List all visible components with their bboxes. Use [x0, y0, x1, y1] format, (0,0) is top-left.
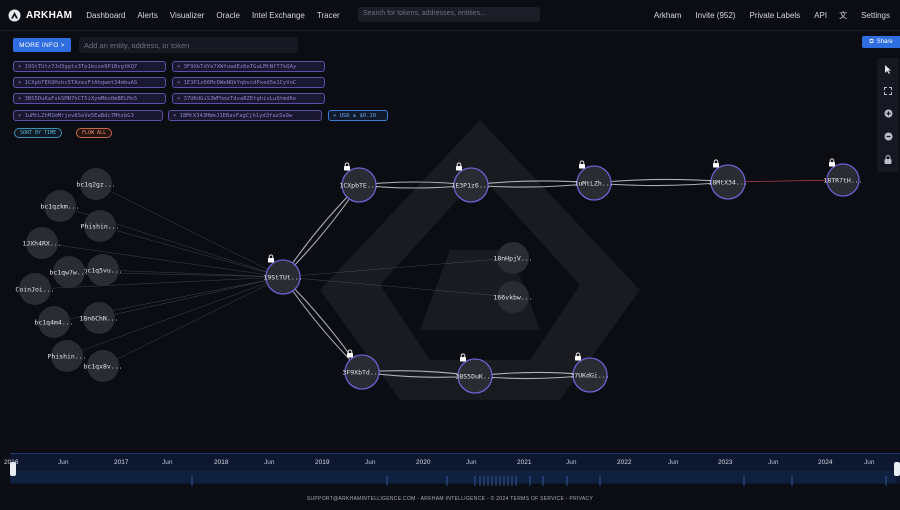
node-label: bc1qzkm...	[40, 203, 79, 211]
node-label: 18TR7tH...	[823, 177, 862, 185]
graph-node[interactable]: 1uMtLZh...	[574, 160, 614, 201]
graph-canvas[interactable]: 19StTUt... 1CXpbTE... 1E3P1z6... 1uMtLZh...…	[0, 0, 900, 450]
fit-screen-icon[interactable]	[883, 86, 893, 96]
node-label: bc1q5vu...	[83, 267, 122, 275]
graph-node[interactable]: bc1qw7w...	[49, 256, 89, 288]
timeline-month-label: Jun	[58, 459, 69, 466]
graph-node[interactable]: 1CXpbTE...	[339, 162, 379, 203]
lock-icon	[829, 158, 835, 167]
node-label: 18n6ChN...	[79, 315, 118, 323]
lock-icon	[268, 254, 274, 263]
graph-node[interactable]: bc1q5vu...	[83, 254, 123, 286]
graph-tool-panel	[877, 58, 899, 172]
timeline-year-label: 2024	[818, 459, 833, 466]
node-label: CoinJoi...	[15, 286, 54, 294]
graph-node[interactable]: CoinJoi...	[15, 273, 55, 305]
zoom-out-icon[interactable]	[883, 131, 893, 141]
zoom-in-icon[interactable]	[883, 108, 893, 118]
node-label: bc1qw7w...	[49, 269, 88, 277]
graph-node[interactable]: 18n6ChN...	[79, 302, 119, 334]
lock-icon[interactable]	[883, 154, 893, 164]
graph-edge	[98, 276, 284, 319]
graph-node[interactable]: bc1q2gz...	[76, 168, 116, 200]
timeline-year-label: 2016	[4, 459, 19, 466]
timeline-year-label: 2021	[517, 459, 532, 466]
timeline-month-label: Jun	[365, 459, 376, 466]
timeline-month-label: Jun	[264, 459, 275, 466]
node-label: bc1q2gz...	[76, 181, 115, 189]
graph-node[interactable]: 19StTUt...	[263, 254, 303, 295]
node-label: 1JXh4RX...	[22, 240, 61, 248]
node-label: 1E3P1z6...	[451, 182, 490, 190]
node-label: 1CXpbTE...	[339, 182, 378, 190]
node-label: Phishin...	[47, 353, 86, 361]
timeline-year-label: 2019	[315, 459, 330, 466]
node-label: 166vkbw...	[493, 294, 532, 302]
footer: SUPPORT@ARKHAMINTELLIGENCE.COM - ARKHAM …	[306, 496, 594, 502]
timeline-year-label: 2018	[214, 459, 229, 466]
node-label: bc1q4m4...	[34, 319, 73, 327]
graph-edge	[95, 183, 284, 278]
graph-node[interactable]: bc1q4m4...	[34, 306, 74, 338]
node-label: 18nHpjV...	[493, 255, 532, 263]
lock-icon	[344, 162, 350, 171]
graph-node[interactable]: bc1qzkm...	[40, 190, 80, 222]
node-label: 37UKdGi...	[570, 372, 609, 380]
timeline-year-label: 2023	[718, 459, 733, 466]
pointer-icon[interactable]	[883, 64, 893, 74]
timeline-month-label: Jun	[768, 459, 779, 466]
timeline-month-label: Jun	[668, 459, 679, 466]
timeline-month-label: Jun	[566, 459, 577, 466]
node-label: 1uMtLZh...	[574, 180, 613, 188]
timeline-month-label: Jun	[864, 459, 875, 466]
graph-node[interactable]: Phishin...	[80, 210, 120, 242]
graph-edge	[99, 225, 284, 278]
graph-node[interactable]: 37UKdGi...	[570, 352, 610, 393]
node-label: 3BS5DuK...	[455, 373, 494, 381]
graph-node[interactable]: Phishin...	[47, 340, 87, 372]
timeline-year-label: 2017	[114, 459, 129, 466]
node-label: Phishin...	[80, 223, 119, 231]
timeline-end-handle[interactable]	[894, 462, 900, 476]
node-label: 19StTUt...	[263, 274, 302, 282]
timeline-month-label: Jun	[162, 459, 173, 466]
lock-icon	[347, 349, 353, 358]
node-label: 18MtX34...	[708, 179, 747, 187]
graph-edge	[102, 276, 284, 367]
graph-node[interactable]: bc1qx8v...	[83, 350, 123, 382]
timeline-activity-ticks	[191, 476, 887, 486]
graph-node[interactable]: 18TR7tH...	[823, 158, 863, 197]
timeline[interactable]: 2016 Jun 2017 Jun 2018 Jun 2019 Jun 2020 Jun 2021 J…	[4, 453, 900, 486]
timeline-year-label: 2020	[416, 459, 431, 466]
timeline-year-label: 2022	[617, 459, 632, 466]
node-label: 3F9XbTd...	[342, 369, 381, 377]
graph-node[interactable]: 1JXh4RX...	[22, 227, 62, 259]
timeline-track[interactable]	[10, 471, 896, 486]
lock-icon	[713, 159, 719, 168]
graph-node[interactable]: 18MtX34...	[708, 159, 748, 200]
node-label: bc1qx8v...	[83, 363, 122, 371]
timeline-month-label: Jun	[466, 459, 477, 466]
lock-icon	[579, 160, 585, 169]
